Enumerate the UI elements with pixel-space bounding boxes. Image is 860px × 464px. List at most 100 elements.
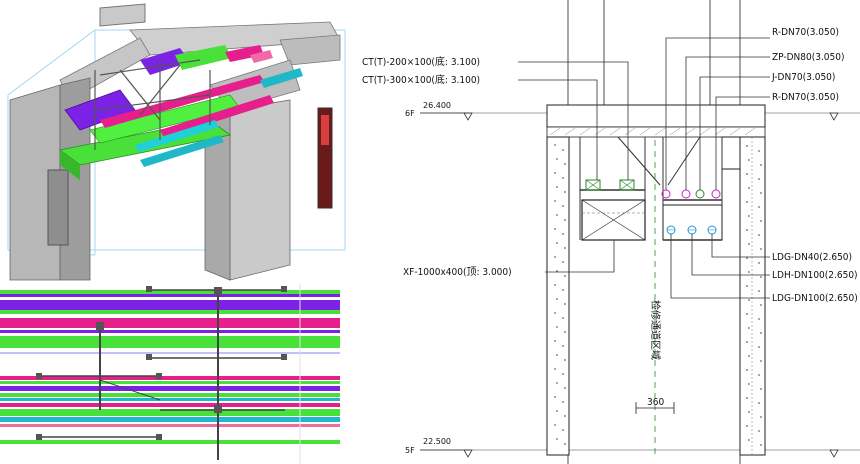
concrete-speckle [760,304,762,306]
dimension-360: 360 [647,397,664,408]
concrete-speckle [760,444,762,446]
concrete-speckle [554,284,556,286]
concrete-speckle [562,149,564,151]
concrete-speckle [562,261,564,263]
concrete-speckle [748,355,750,357]
plan-band [0,386,340,391]
label-j-dn70: J-DN70(3.050) [771,72,835,83]
concrete-speckle [562,205,564,207]
label-r-dn70-b: R-DN70(3.050) [772,92,839,103]
concrete-speckle [758,262,760,264]
plan-band [0,440,340,444]
concrete-speckle [748,327,750,329]
concrete-speckle [554,340,556,342]
concrete-speckle [556,410,558,412]
concrete-speckle [746,229,748,231]
concrete-speckle [748,187,750,189]
concrete-speckle [564,191,566,193]
concrete-speckle [760,192,762,194]
bim-3d-view [0,0,346,281]
label-ldh-dn100: LDH-DN100(2.650) [772,270,858,281]
plan-band [0,381,340,384]
concrete-speckle [746,369,748,371]
concrete-speckle [760,248,762,250]
concrete-speckle [556,298,558,300]
concrete-speckle [746,425,748,427]
level-6f-elev: 26.400 [423,101,451,110]
concrete-speckle [562,317,564,319]
concrete-speckle [758,430,760,432]
concrete-speckle [562,289,564,291]
concrete-speckle [554,368,556,370]
label-ldg-dn100: LDG-DN100(2.650) [772,293,858,304]
concrete-speckle [758,206,760,208]
section-drawing: 360 6F 26.400 5F 22.500 CT(T)-200×100(底:… [362,0,860,464]
concrete-speckle [748,383,750,385]
plan-band [0,352,340,354]
level-6f-floor: 6F [405,109,415,118]
concrete-speckle [564,275,566,277]
level-5f: 5F 22.500 [405,437,839,458]
concrete-speckle [554,256,556,258]
concrete-speckle [562,177,564,179]
corridor-label: 检修通道区域 [649,300,662,360]
concrete-speckle [758,318,760,320]
door [47,169,69,246]
level-5f-elev: 22.500 [423,437,451,446]
concrete-speckle [760,416,762,418]
top-beam [99,3,146,27]
concrete-speckle [748,299,750,301]
concrete-speckle [562,233,564,235]
concrete-speckle [564,303,566,305]
concrete-speckle [746,341,748,343]
concrete-speckle [556,382,558,384]
plan-band [0,294,340,297]
concrete-speckle [564,443,566,445]
concrete-speckle [746,201,748,203]
label-r-dn70-a: R-DN70(3.050) [772,27,839,38]
concrete-speckle [554,424,556,426]
concrete-speckle [556,326,558,328]
concrete-speckle [746,145,748,147]
concrete-speckle [556,186,558,188]
left-wall-section [546,136,570,456]
concrete-speckle [562,345,564,347]
concrete-speckle [760,332,762,334]
plan-band [0,398,340,401]
concrete-speckle [748,159,750,161]
concrete-speckle [758,178,760,180]
concrete-speckle [746,397,748,399]
plan-band [0,310,340,314]
concrete-speckle [760,164,762,166]
plan-band [0,403,340,407]
concrete-speckle [748,215,750,217]
concrete-speckle [760,276,762,278]
label-xf-duct: XF-1000x400(顶: 3.000) [403,266,512,278]
concrete-speckle [564,359,566,361]
concrete-speckle [554,396,556,398]
concrete-speckle [564,331,566,333]
concrete-speckle [760,388,762,390]
label-zp-dn80: ZP-DN80(3.050) [772,52,845,63]
concrete-speckle [564,163,566,165]
level-5f-floor: 5F [405,446,415,455]
concrete-speckle [748,271,750,273]
concrete-speckle [758,150,760,152]
concrete-speckle [758,346,760,348]
plan-band [0,417,340,422]
concrete-speckle [748,439,750,441]
plan-band [0,424,340,427]
slab [546,104,766,128]
label-ldg-dn40: LDG-DN40(2.650) [772,252,852,263]
concrete-speckle [760,220,762,222]
concrete-speckle [556,158,558,160]
label-ct-200: CT(T)-200×100(底: 3.100) [362,55,480,68]
concrete-speckle [556,242,558,244]
concrete-speckle [562,429,564,431]
concrete-speckle [748,411,750,413]
concrete-speckle [760,360,762,362]
concrete-speckle [758,402,760,404]
concrete-speckle [554,200,556,202]
label-ct-300: CT(T)-300×100(底: 3.100) [362,73,480,86]
plan-band [0,393,340,397]
